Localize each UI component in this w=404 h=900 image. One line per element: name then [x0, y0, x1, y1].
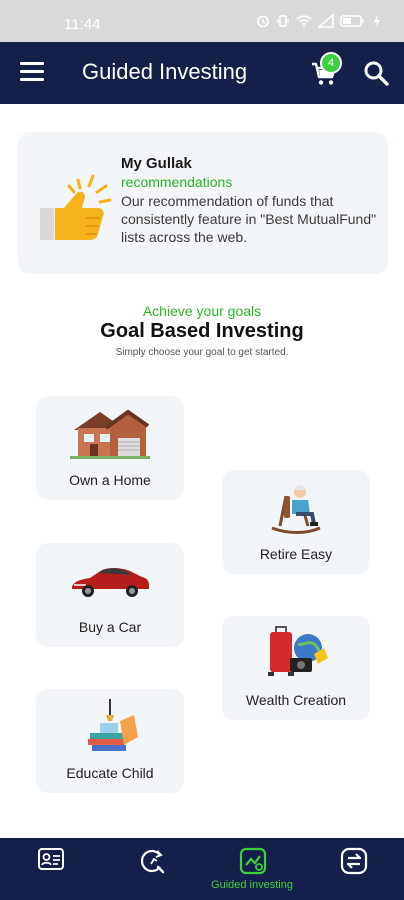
battery-icon [340, 15, 364, 27]
travel-luggage-icon [268, 626, 328, 676]
goal-label: Retire Easy [259, 546, 333, 562]
nav-item-transfer[interactable] [303, 838, 403, 900]
charging-icon [374, 15, 380, 27]
alarm-icon [257, 15, 269, 28]
goals-kicker: Achieve your goals [142, 303, 262, 319]
guided-investing-icon [239, 847, 267, 875]
recommendations-subtitle: recommendations [121, 174, 233, 190]
goal-label: Own a Home [69, 472, 151, 488]
signal-icon [318, 14, 334, 28]
refresh-search-icon [140, 849, 165, 874]
profile-card-icon [38, 848, 64, 870]
nav-item-explore[interactable] [101, 838, 201, 900]
bottom-navigation: Guided investing [0, 838, 404, 900]
app-bar: Guided Investing 4 [0, 42, 404, 104]
cart-count-badge: 4 [320, 52, 342, 74]
search-icon[interactable] [362, 59, 390, 87]
vibrate-icon [277, 15, 289, 27]
nav-item-guided-investing[interactable]: Guided investing [202, 838, 302, 900]
transfer-icon [340, 847, 368, 875]
goal-card-buy-car[interactable]: Buy a Car [36, 543, 184, 647]
nav-label-guided-investing: Guided investing [211, 879, 293, 891]
recommendations-description: Our recommendation of funds that consist… [121, 193, 377, 245]
car-icon [72, 567, 149, 597]
menu-icon[interactable] [20, 62, 44, 82]
recommendations-title: My Gullak [121, 155, 192, 172]
page-title: Guided Investing [82, 59, 248, 84]
goals-hint: Simply choose your goal to get started. [115, 347, 289, 358]
goals-title: Goal Based Investing [100, 320, 304, 342]
rocking-chair-icon [271, 485, 321, 534]
goal-card-retire-easy[interactable]: Retire Easy [222, 470, 370, 574]
nav-item-profile[interactable] [0, 838, 100, 900]
recommendations-card[interactable]: My Gullak recommendations Our recommenda… [18, 132, 388, 274]
thumbs-up-icon [40, 174, 112, 240]
status-bar: 11:44 [0, 0, 404, 42]
goal-card-wealth-creation[interactable]: Wealth Creation [222, 616, 370, 720]
wifi-icon [296, 15, 312, 28]
goal-label: Wealth Creation [245, 692, 347, 708]
status-icons [256, 14, 382, 28]
goal-label: Buy a Car [78, 619, 142, 635]
goal-card-own-home[interactable]: Own a Home [36, 396, 184, 500]
status-time: 11:44 [64, 16, 101, 33]
goal-card-educate-child[interactable]: Educate Child [36, 689, 184, 793]
goal-label: Educate Child [66, 765, 154, 781]
books-education-icon [88, 699, 138, 751]
house-icon [70, 409, 150, 459]
